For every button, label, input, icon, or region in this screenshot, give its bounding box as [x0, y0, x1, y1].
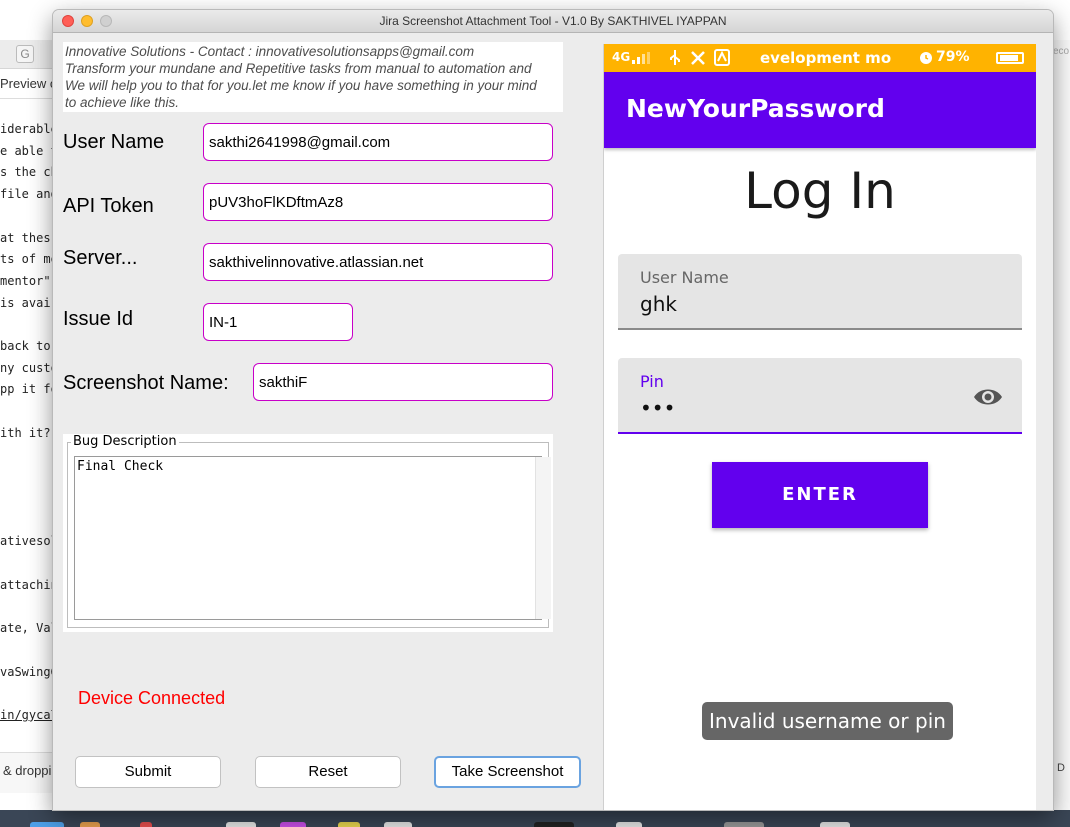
bug-description-panel: Bug Description Final Check [63, 434, 553, 632]
login-heading: Log In [744, 162, 896, 220]
background-text-line: attachin [0, 577, 58, 592]
issue-id-input[interactable] [203, 303, 353, 341]
background-text-line: iderable [0, 122, 58, 136]
bug-description-textarea[interactable]: Final Check [74, 456, 542, 620]
device-status: Device Connected [78, 688, 226, 708]
screenshot-name-input[interactable] [253, 363, 553, 401]
username-label: User Name [63, 131, 165, 153]
dock-icon[interactable] [384, 822, 412, 827]
dock-icon[interactable] [616, 822, 642, 827]
background-text-line: back to [0, 339, 51, 353]
phone-username-field[interactable]: User Name ghk [618, 254, 1022, 330]
dock-icon[interactable] [80, 822, 100, 827]
phone-username-value: ghk [640, 292, 677, 316]
submit-button[interactable]: Submit [75, 756, 221, 788]
background-preview-label: Preview c [0, 76, 57, 91]
phone-pin-value: ••• [640, 396, 676, 420]
background-bottom-bar: & droppi [0, 752, 60, 793]
app-bar: NewYourPassword [604, 72, 1036, 148]
window-title: Jira Screenshot Attachment Tool - V1.0 B… [379, 14, 727, 28]
issue-id-label: Issue Id [63, 308, 134, 330]
background-bottom-label: & droppi [3, 763, 52, 778]
dock-icon[interactable] [280, 822, 306, 827]
dock [0, 810, 1070, 827]
phone-pin-field[interactable]: Pin ••• [618, 358, 1022, 434]
battery-icon [996, 52, 1024, 64]
dock-icon[interactable] [338, 822, 360, 827]
background-text-line: pp it fo [0, 382, 58, 397]
background-text-line: ativesol [0, 534, 58, 549]
background-text-line: ts of mo [0, 252, 58, 267]
info-line: Transform your mundane and Repetitive ta… [65, 61, 532, 76]
dock-icon[interactable] [140, 822, 152, 827]
server-input[interactable] [203, 243, 553, 281]
reset-button[interactable]: Reset [255, 756, 401, 788]
screenshot-name-label: Screenshot Name: [63, 372, 229, 394]
background-g-icon[interactable]: G [16, 45, 34, 63]
info-line: to achieve like this. [65, 95, 180, 110]
info-line: Innovative Solutions - Contact : innovat… [65, 44, 475, 59]
background-text-line: s the ch [0, 165, 58, 180]
app-notification-icon [714, 49, 730, 66]
username-input[interactable] [203, 123, 553, 161]
info-line: We will help you to that for you.let me … [65, 78, 537, 93]
toast-message: Invalid username or pin [702, 702, 953, 740]
background-text-line: in/gyca7 [0, 707, 58, 722]
app-bar-title: NewYourPassword [626, 94, 885, 123]
background-right-bottom-label: D [1057, 762, 1065, 774]
background-text-line: at thes [0, 230, 51, 245]
info-banner: Innovative Solutions - Contact : innovat… [63, 42, 563, 112]
background-text-line: e able t [0, 143, 58, 158]
dock-icon[interactable] [724, 822, 764, 827]
dock-icon[interactable] [30, 822, 64, 827]
background-text-line: vaSwingG [0, 664, 58, 679]
background-right-top-label: eco [1053, 46, 1070, 57]
bug-description-scrollbar[interactable] [535, 457, 551, 619]
signal-icon [632, 52, 650, 64]
background-right-edge: eco D [1052, 40, 1070, 810]
eye-icon[interactable] [972, 386, 1004, 408]
phone-status-bar: 4G evelopment mo 79% [604, 44, 1036, 72]
phone-screen: 4G evelopment mo 79% NewYourPassword Log… [603, 44, 1036, 810]
background-separator [0, 98, 56, 99]
phone-pin-label: Pin [640, 372, 664, 391]
dock-icon[interactable] [534, 822, 574, 827]
background-text-line: ate, Val [0, 621, 58, 636]
network-indicator: 4G [612, 50, 631, 64]
alarm-icon [920, 52, 932, 64]
app-window: Jira Screenshot Attachment Tool - V1.0 B… [53, 10, 1053, 810]
battery-percent: 79% [936, 49, 970, 65]
background-text-line: mentor" [0, 273, 51, 288]
server-label: Server... [63, 247, 138, 269]
usb-icon [670, 50, 680, 65]
background-text-line: ny custo [0, 360, 58, 375]
background-text-line: ith it?, [0, 425, 58, 440]
dock-icon[interactable] [820, 822, 850, 827]
phone-username-label: User Name [640, 268, 729, 287]
api-token-input[interactable] [203, 183, 553, 221]
dock-icon[interactable] [226, 822, 256, 827]
enter-button[interactable]: ENTER [712, 462, 928, 528]
background-text-line: file and [0, 187, 58, 202]
bug-description-title: Bug Description [71, 434, 179, 449]
take-screenshot-button[interactable]: Take Screenshot [434, 756, 581, 788]
api-token-label: API Token [63, 195, 154, 217]
title-bar[interactable]: Jira Screenshot Attachment Tool - V1.0 B… [53, 10, 1053, 33]
tools-icon [691, 51, 705, 65]
background-text-line: is avai [0, 295, 51, 310]
status-notification-text: evelopment mo [760, 49, 892, 67]
